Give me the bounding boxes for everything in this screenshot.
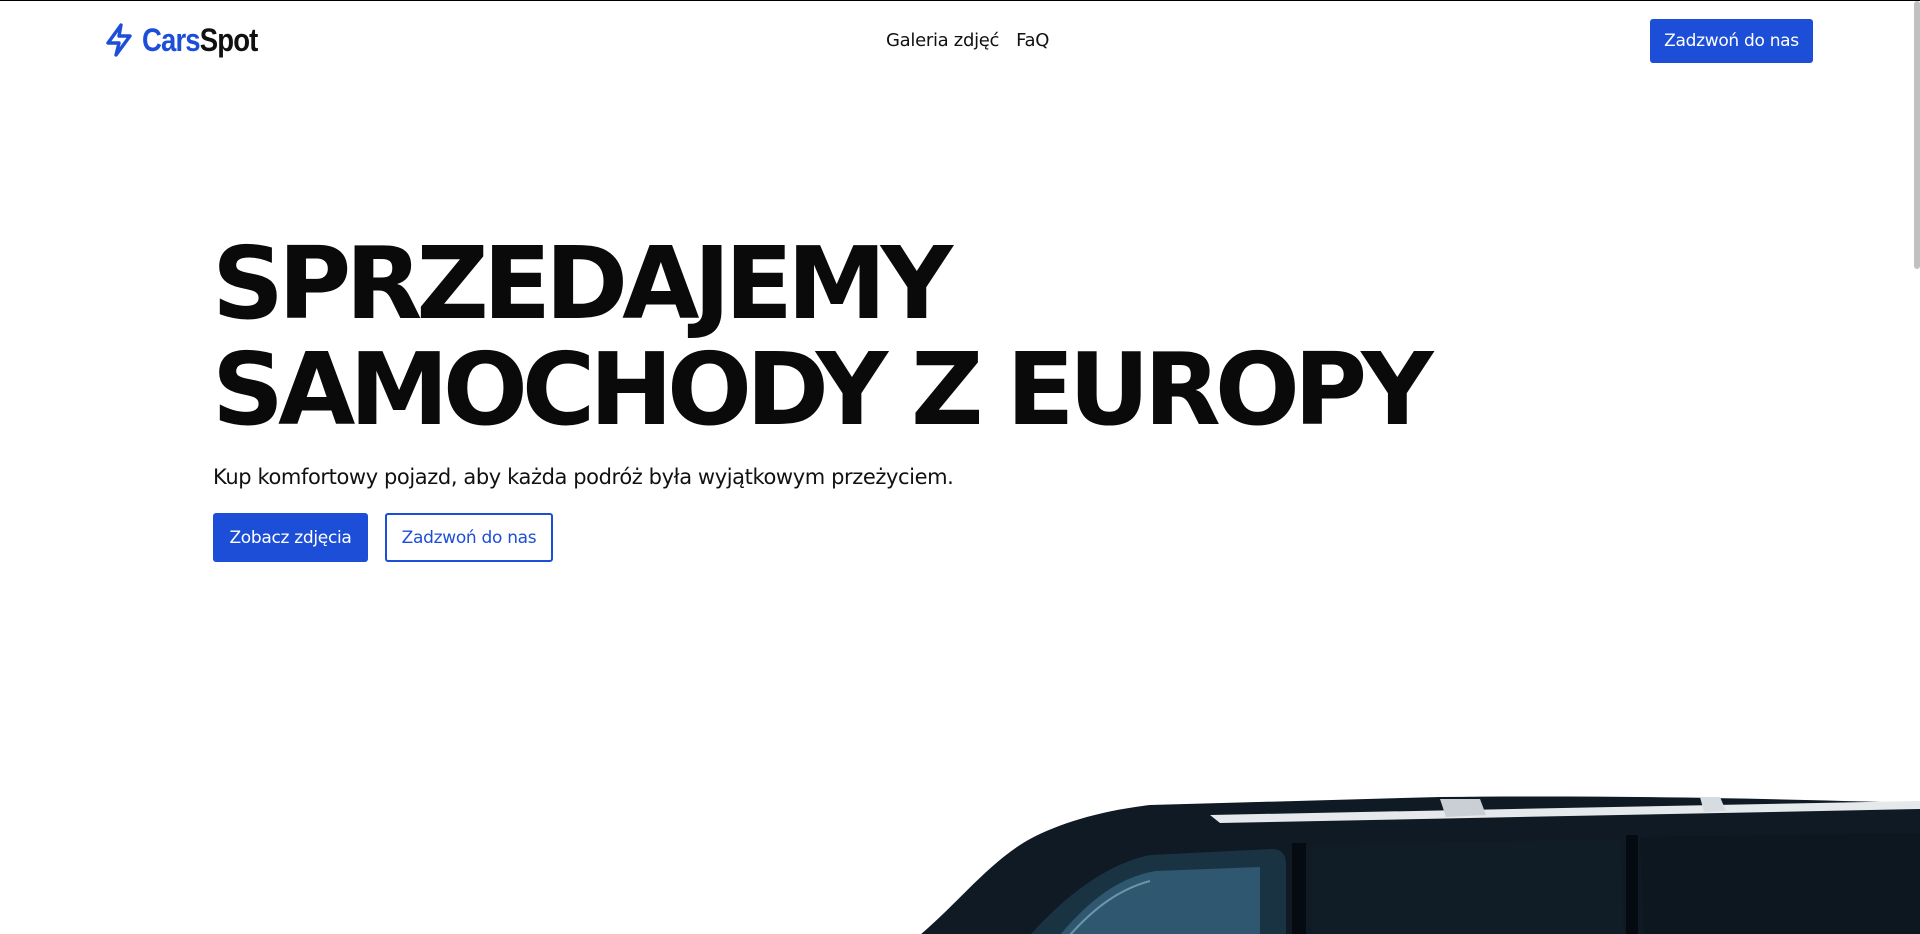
hero-title: SPRZEDAJEMY SAMOCHODY Z EUROPY [212, 231, 1434, 443]
hero-actions: Zobacz zdjęcia Zadzwoń do nas [213, 513, 553, 562]
main-nav: Galeria zdjęć FaQ [886, 30, 1049, 51]
car-image [921, 796, 1920, 934]
view-photos-button[interactable]: Zobacz zdjęcia [213, 513, 368, 562]
header-call-button[interactable]: Zadzwoń do nas [1650, 19, 1813, 63]
call-us-button[interactable]: Zadzwoń do nas [385, 513, 553, 562]
nav-link-gallery[interactable]: Galeria zdjęć [886, 30, 999, 51]
hero-subtitle: Kup komfortowy pojazd, aby każda podróż … [213, 465, 954, 489]
logo-text-spot: Spot [199, 21, 259, 58]
logo-text: CarsSpot [142, 21, 259, 59]
page: CarsSpot Galeria zdjęć FaQ Zadzwoń do na… [0, 0, 1920, 934]
logo-text-cars: Cars [142, 21, 201, 58]
logo-link[interactable]: CarsSpot [104, 19, 276, 61]
nav-link-faq[interactable]: FaQ [1016, 30, 1049, 51]
hero-title-line-1: SPRZEDAJEMY [212, 225, 953, 342]
hero-section: SPRZEDAJEMY SAMOCHODY Z EUROPY Kup komfo… [212, 231, 1434, 490]
hero-title-line-2: SAMOCHODY Z EUROPY [212, 331, 1434, 448]
scrollbar-thumb[interactable] [1914, 1, 1920, 269]
site-header: CarsSpot Galeria zdjęć FaQ Zadzwoń do na… [0, 1, 1920, 85]
lightning-bolt-icon [106, 23, 132, 57]
